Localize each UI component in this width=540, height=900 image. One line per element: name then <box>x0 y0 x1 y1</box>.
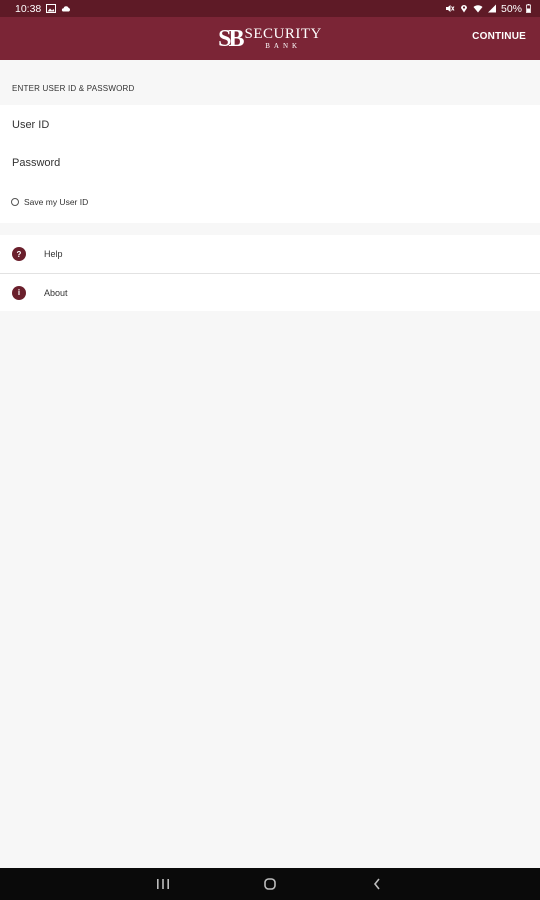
recent-apps-icon <box>157 879 170 889</box>
status-left: 10:38 <box>15 3 71 15</box>
battery-icon <box>526 4 531 13</box>
login-form: Save my User ID <box>0 105 540 223</box>
signal-icon <box>487 4 496 13</box>
save-user-id-label: Save my User ID <box>24 197 89 207</box>
battery-percentage: 50% <box>500 2 522 15</box>
menu-item-help[interactable]: ? Help <box>0 235 540 273</box>
status-time: 10:38 <box>15 2 42 15</box>
status-right: 50% <box>445 3 531 15</box>
section-heading: ENTER USER ID & PASSWORD <box>12 84 135 93</box>
help-icon: ? <box>12 247 26 261</box>
password-field[interactable] <box>12 148 528 178</box>
user-id-field[interactable] <box>12 110 528 140</box>
logo-mark: SB <box>218 25 244 52</box>
save-user-id-checkbox[interactable] <box>11 198 19 206</box>
logo-text: SECURITY BANK <box>245 27 322 50</box>
screen: 10:38 50% SB SECURITY BANK CONTINUE ENTE… <box>0 0 540 900</box>
back-icon <box>373 878 380 890</box>
logo-word-bank: BANK <box>265 42 302 50</box>
info-icon: i <box>12 285 26 300</box>
home-button[interactable] <box>250 868 290 900</box>
menu-item-about[interactable]: i About <box>0 273 540 311</box>
security-bank-logo: SB SECURITY BANK <box>218 27 322 51</box>
logo-word-security: SECURITY <box>244 26 322 42</box>
cloud-icon <box>62 6 71 12</box>
save-user-id-row[interactable]: Save my User ID <box>11 197 88 207</box>
recent-apps-button[interactable] <box>143 868 183 900</box>
wifi-icon <box>473 5 483 13</box>
navigation-bar <box>0 868 540 900</box>
menu-item-label: Help <box>44 249 63 259</box>
menu-item-label: About <box>44 287 68 298</box>
continue-button[interactable]: CONTINUE <box>472 31 526 42</box>
mute-icon <box>445 5 455 12</box>
image-icon <box>46 4 57 13</box>
location-icon <box>460 5 467 13</box>
home-icon <box>264 878 276 890</box>
app-bar: SB SECURITY BANK CONTINUE <box>0 17 540 60</box>
back-button[interactable] <box>357 868 397 900</box>
menu-list: ? Help i About <box>0 235 540 311</box>
status-bar: 10:38 50% <box>0 0 540 17</box>
